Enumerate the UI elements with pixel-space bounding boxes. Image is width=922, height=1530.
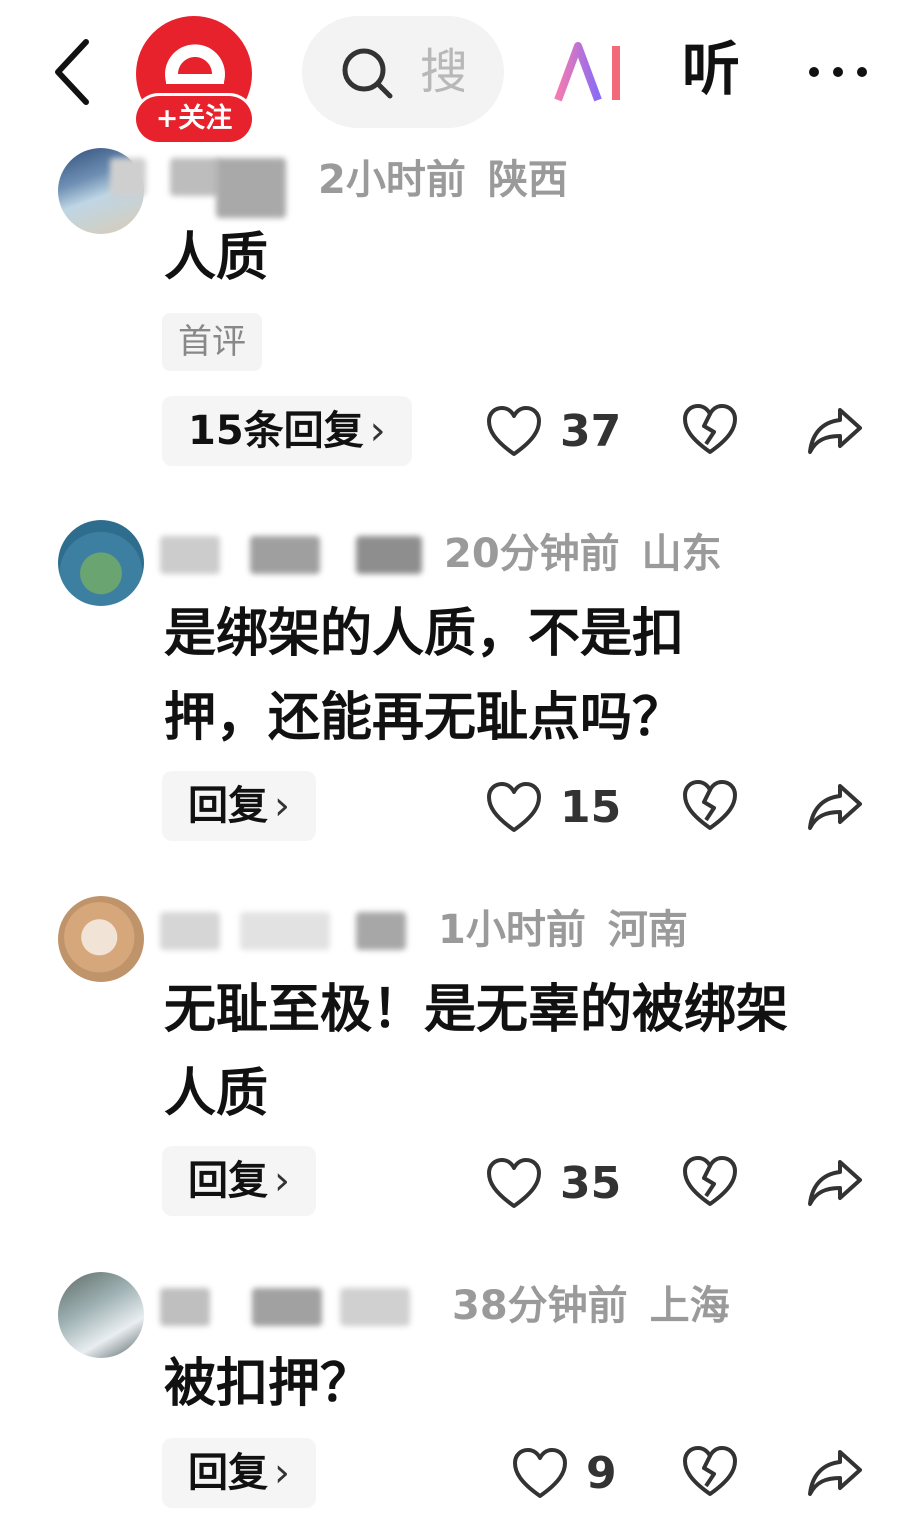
comment-text: 是绑架的人质，不是扣押，还能再无耻点吗？ xyxy=(164,604,685,748)
chevron-right-icon: › xyxy=(274,783,290,829)
share-button[interactable] xyxy=(806,780,864,832)
comment-meta: 20分钟前 山东 xyxy=(444,530,722,578)
reply-label: 15条回复 xyxy=(188,408,364,454)
replies-button[interactable]: 15条回复 › xyxy=(162,396,412,466)
share-icon xyxy=(808,1450,862,1496)
comment-text: 人质 xyxy=(164,228,269,288)
heart-icon xyxy=(513,1448,567,1498)
comment-location: 上海 xyxy=(649,1283,730,1329)
top-bar: +关注 搜 听 xyxy=(0,0,922,145)
share-icon xyxy=(808,1160,862,1206)
comment-time: 1小时前 xyxy=(438,907,586,953)
ai-button[interactable] xyxy=(554,42,626,104)
dislike-button[interactable] xyxy=(682,1446,738,1502)
like-button[interactable]: 35 xyxy=(486,1154,626,1214)
ai-icon xyxy=(554,42,620,102)
like-count: 37 xyxy=(560,406,622,457)
comment-time: 20分钟前 xyxy=(444,531,620,577)
heart-icon xyxy=(487,782,541,832)
reply-button[interactable]: 回复 › xyxy=(162,771,316,841)
username-blurred[interactable] xyxy=(160,1288,430,1328)
dislike-button[interactable] xyxy=(682,780,738,836)
back-icon[interactable] xyxy=(44,36,104,108)
first-comment-tag: 首评 xyxy=(162,313,262,371)
broken-heart-icon xyxy=(683,1156,737,1206)
reply-label: 回复 xyxy=(188,1450,268,1496)
comment-text: 被扣押？ xyxy=(164,1354,373,1414)
reply-label: 回复 xyxy=(188,1158,268,1204)
like-button[interactable]: 37 xyxy=(486,402,626,462)
broken-heart-icon xyxy=(683,780,737,830)
chevron-right-icon: › xyxy=(369,408,386,454)
avatar[interactable] xyxy=(58,520,144,606)
share-button[interactable] xyxy=(806,1446,864,1498)
chevron-right-icon: › xyxy=(274,1450,290,1496)
comment-location: 山东 xyxy=(641,531,722,577)
dislike-button[interactable] xyxy=(682,1156,738,1212)
comment-meta: 38分钟前 上海 xyxy=(452,1282,730,1330)
more-icon[interactable] xyxy=(806,62,870,82)
username-blurred[interactable] xyxy=(160,912,420,952)
account-logo[interactable]: +关注 xyxy=(136,16,252,142)
comment-time: 38分钟前 xyxy=(452,1283,628,1329)
heart-icon xyxy=(487,406,541,456)
comment-location: 河南 xyxy=(607,907,688,953)
username-blurred[interactable] xyxy=(160,536,430,576)
reply-label: 回复 xyxy=(188,783,268,829)
avatar[interactable] xyxy=(58,1272,144,1358)
like-count: 9 xyxy=(586,1448,617,1499)
like-button[interactable]: 15 xyxy=(486,778,626,838)
dislike-button[interactable] xyxy=(682,404,738,460)
search-icon xyxy=(342,48,393,99)
share-button[interactable] xyxy=(806,404,864,456)
comment-meta: 1小时前 河南 xyxy=(438,906,688,954)
follow-button[interactable]: +关注 xyxy=(136,96,252,142)
avatar[interactable] xyxy=(58,896,144,982)
search-box[interactable]: 搜 xyxy=(302,16,504,128)
like-count: 35 xyxy=(560,1158,622,1209)
reply-button[interactable]: 回复 › xyxy=(162,1146,316,1216)
broken-heart-icon xyxy=(683,404,737,454)
comment-location: 陕西 xyxy=(487,157,568,203)
chevron-right-icon: › xyxy=(274,1158,290,1204)
share-button[interactable] xyxy=(806,1156,864,1208)
share-icon xyxy=(808,784,862,830)
like-count: 15 xyxy=(560,782,622,833)
username-blurred[interactable] xyxy=(110,158,300,218)
listen-button[interactable]: 听 xyxy=(682,34,740,104)
search-placeholder: 搜 xyxy=(420,46,464,98)
comment-time: 2小时前 xyxy=(318,157,466,203)
comment-text: 无耻至极！是无辜的被绑架人质 xyxy=(164,980,789,1124)
heart-icon xyxy=(487,1158,541,1208)
reply-button[interactable]: 回复 › xyxy=(162,1438,316,1508)
share-icon xyxy=(808,408,862,454)
broken-heart-icon xyxy=(683,1446,737,1496)
like-button[interactable]: 9 xyxy=(512,1444,622,1504)
comment-meta: 2小时前 陕西 xyxy=(318,156,568,204)
